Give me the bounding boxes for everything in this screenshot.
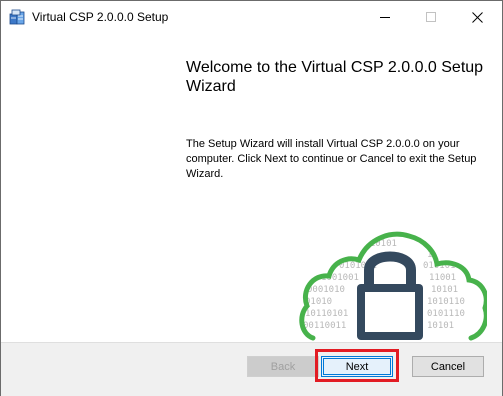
back-button[interactable]: Back: [247, 356, 319, 377]
window-title: Virtual CSP 2.0.0.0 Setup: [32, 10, 169, 24]
next-button-label: Next: [345, 360, 369, 373]
maximize-button[interactable]: [408, 1, 454, 33]
close-button[interactable]: [454, 1, 500, 33]
welcome-heading: Welcome to the Virtual CSP 2.0.0.0 Setup…: [186, 59, 484, 95]
binary-line: 10110101: [305, 309, 348, 319]
welcome-description: The Setup Wizard will install Virtual CS…: [186, 138, 477, 180]
maximize-icon: [426, 12, 436, 22]
cancel-button-label: Cancel: [430, 360, 466, 373]
binary-line: 1010110: [427, 297, 465, 307]
binary-line: 00110011: [303, 321, 346, 331]
title-bar[interactable]: Virtual CSP 2.0.0.0 Setup: [1, 1, 502, 33]
next-button[interactable]: Next: [321, 356, 393, 377]
installer-icon: [9, 9, 25, 25]
wizard-content: Welcome to the Virtual CSP 2.0.0.0 Setup…: [1, 33, 502, 344]
wizard-footer: Back Next Cancel: [1, 342, 502, 396]
padlock: [357, 251, 423, 340]
binary-line: 10101: [427, 321, 454, 331]
binary-line: 0101110: [427, 309, 465, 319]
cloud-lock-icon: 1010101 10101 0101011 010101 1001001 110…: [299, 231, 487, 341]
minimize-button[interactable]: [362, 1, 408, 33]
back-button-label: Back: [270, 360, 296, 373]
setup-window: Virtual CSP 2.0.0.0 Setup Welcome to the…: [0, 0, 503, 396]
minimize-icon: [380, 17, 390, 18]
cancel-button[interactable]: Cancel: [412, 356, 484, 377]
binary-line: 0001010: [307, 285, 345, 295]
binary-line: 11001: [429, 273, 456, 283]
close-icon: [471, 11, 483, 23]
binary-line: 10101: [431, 285, 458, 295]
